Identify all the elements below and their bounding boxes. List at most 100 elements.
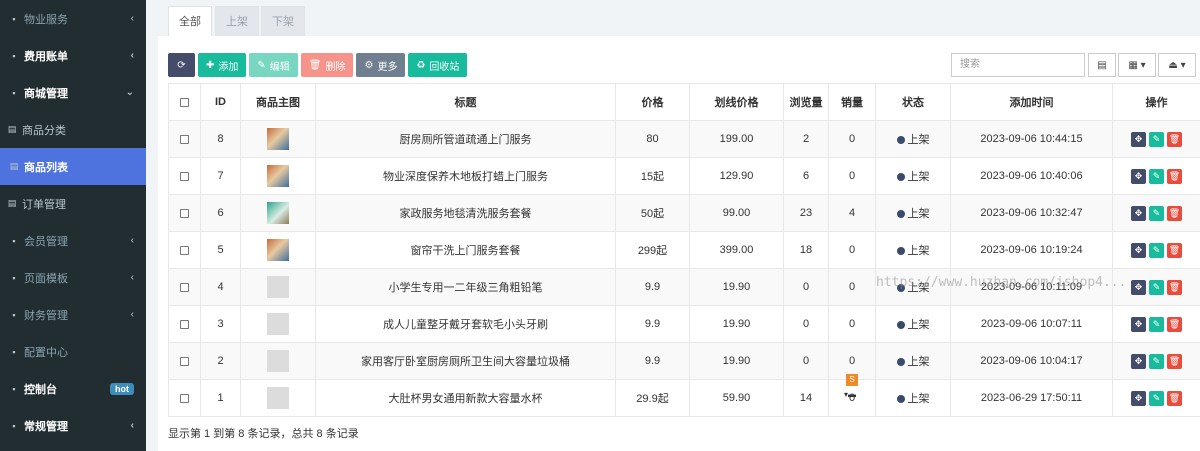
edit-row-icon[interactable]: ✎	[1149, 242, 1164, 258]
sidebar-item-0[interactable]: ▪ 物业服务 ‹	[0, 0, 146, 37]
row-checkbox[interactable]	[180, 356, 189, 366]
cell-status: 上架	[875, 157, 951, 195]
grid-icon: ▦ ▾	[1128, 59, 1146, 71]
menu-icon: ▪	[12, 272, 16, 283]
edit-button[interactable]: ✎ 编辑	[249, 53, 298, 77]
drag-move-icon[interactable]: ✥	[1131, 168, 1146, 184]
sidebar-item-4[interactable]: ▤ 商品列表	[0, 148, 146, 185]
sidebar-item-10[interactable]: ▪ 控制台 hot	[0, 370, 146, 407]
table-row[interactable]: 1 大肚杯男女通用新款大容量水杯 29.9起 59.90 14 0 上架 2023-06-29…	[168, 379, 1200, 417]
table-row[interactable]: 6 家政服务地毯清洗服务套餐 50起 99.00 23 4 上架 2023-09-06 10:…	[168, 194, 1200, 232]
drag-move-icon[interactable]: ✥	[1131, 242, 1146, 258]
product-thumbnail[interactable]	[267, 165, 289, 187]
table-header-row: ID 商品主图 标题 价格 划线价格 浏览量 销量 状态 添加时间 操作	[168, 83, 1200, 121]
row-checkbox[interactable]	[180, 245, 189, 255]
row-checkbox[interactable]	[180, 134, 189, 144]
cell-price: 50起	[615, 194, 690, 232]
cell-actions: ✥ ✎ 🗑	[1112, 379, 1200, 417]
product-thumbnail[interactable]	[267, 387, 289, 409]
tab-all[interactable]: 全部	[168, 6, 212, 36]
recycle-bin-button[interactable]: ♻ 回收站	[408, 53, 468, 77]
drag-move-icon[interactable]: ✥	[1131, 390, 1146, 406]
product-thumbnail[interactable]	[267, 276, 289, 298]
drag-move-icon[interactable]: ✥	[1131, 205, 1146, 221]
cell-actions: ✥ ✎ 🗑	[1112, 120, 1200, 158]
sidebar-item-label: 物业服务	[24, 13, 68, 26]
table-row[interactable]: 5 窗帘干洗上门服务套餐 299起 399.00 18 0 上架 2023-09-06 10:…	[168, 231, 1200, 269]
delete-button[interactable]: 🗑 删除	[300, 53, 354, 77]
row-checkbox[interactable]	[180, 319, 189, 329]
delete-row-icon[interactable]: 🗑	[1167, 390, 1182, 406]
cell-views: 23	[783, 194, 829, 232]
row-checkbox[interactable]	[180, 208, 189, 218]
edit-row-icon[interactable]: ✎	[1149, 390, 1164, 406]
sidebar-item-1[interactable]: ▪ 费用账单 ‹	[0, 37, 146, 74]
table-row[interactable]: 3 成人儿童整牙戴牙套软毛小头牙刷 9.9 19.90 0 0 上架 2023-09-06 1…	[168, 305, 1200, 343]
delete-row-icon[interactable]: 🗑	[1167, 205, 1182, 221]
sidebar-item-6[interactable]: ▪ 会员管理 ‹	[0, 222, 146, 259]
cell-actions: ✥ ✎ 🗑	[1112, 268, 1200, 306]
edit-row-icon[interactable]: ✎	[1149, 168, 1164, 184]
menu-icon: ▪	[12, 383, 16, 394]
drag-move-icon[interactable]: ✥	[1131, 279, 1146, 295]
sidebar-item-3[interactable]: ▤ 商品分类	[0, 111, 146, 148]
sidebar-item-7[interactable]: ▪ 页面模板 ‹	[0, 259, 146, 296]
drag-move-icon[interactable]: ✥	[1131, 353, 1146, 369]
table-row[interactable]: 4 小学生专用一二年级三角粗铅笔 9.9 19.90 0 0 上架 2023-09-06 10…	[168, 268, 1200, 306]
chevron-icon: ⌄	[125, 87, 134, 98]
tab-off-shelf[interactable]: 下架	[261, 6, 305, 36]
cell-price: 15起	[615, 157, 690, 195]
product-thumbnail[interactable]	[267, 239, 289, 261]
sidebar-item-label: 常规管理	[24, 420, 68, 433]
delete-row-icon[interactable]: 🗑	[1167, 353, 1182, 369]
export-button[interactable]: ⏏ ▾	[1158, 53, 1196, 77]
cell-status: 上架	[875, 342, 951, 380]
cell-status: 上架	[875, 194, 951, 232]
table-row[interactable]: 2 家用客厅卧室厨房厕所卫生间大容量垃圾桶 9.9 19.90 0 0 上架 2023-09-…	[168, 342, 1200, 380]
chevron-icon: ‹	[130, 420, 134, 431]
cell-actions: ✥ ✎ 🗑	[1112, 231, 1200, 269]
cell-original-price: 59.90	[689, 379, 784, 417]
table-row[interactable]: 8 厨房厕所管道疏通上门服务 80 199.00 2 0 上架 2023-09-06 10:4…	[168, 120, 1200, 158]
edit-row-icon[interactable]: ✎	[1149, 316, 1164, 332]
product-thumbnail[interactable]	[267, 350, 289, 372]
more-button[interactable]: ⚙ 更多	[356, 53, 406, 77]
delete-row-icon[interactable]: 🗑	[1167, 316, 1182, 332]
delete-row-icon[interactable]: 🗑	[1167, 168, 1182, 184]
delete-row-icon[interactable]: 🗑	[1167, 242, 1182, 258]
product-thumbnail[interactable]	[267, 202, 289, 224]
refresh-button[interactable]: ⟳	[168, 53, 195, 77]
col-id[interactable]: ID	[200, 83, 241, 121]
row-checkbox[interactable]	[180, 282, 189, 292]
sidebar-item-9[interactable]: ▪ 配置中心	[0, 333, 146, 370]
drag-move-icon[interactable]: ✥	[1131, 131, 1146, 147]
add-button[interactable]: ✚ 添加	[198, 53, 247, 77]
delete-row-icon[interactable]: 🗑	[1167, 131, 1182, 147]
table-row[interactable]: 7 物业深度保养木地板打蜡上门服务 15起 129.90 6 0 上架 2023-09-06 …	[168, 157, 1200, 195]
cell-price: 9.9	[615, 305, 690, 343]
toggle-view-button[interactable]: ▤	[1088, 53, 1116, 77]
edit-row-icon[interactable]: ✎	[1149, 353, 1164, 369]
columns-button[interactable]: ▦ ▾	[1118, 53, 1156, 77]
sidebar-item-2[interactable]: ▪ 商城管理 ⌄	[0, 74, 146, 111]
select-all-checkbox[interactable]	[180, 97, 189, 107]
edit-row-icon[interactable]: ✎	[1149, 279, 1164, 295]
row-select-cell	[168, 194, 201, 232]
search-input[interactable]: 搜索	[951, 53, 1085, 77]
product-thumbnail[interactable]	[267, 128, 289, 150]
select-all-cell	[168, 83, 201, 121]
drag-move-icon[interactable]: ✥	[1131, 316, 1146, 332]
sidebar-item-11[interactable]: ▪ 常规管理 ‹	[0, 407, 146, 444]
delete-row-icon[interactable]: 🗑	[1167, 279, 1182, 295]
sidebar-item-8[interactable]: ▪ 财务管理 ‹	[0, 296, 146, 333]
sidebar-item-5[interactable]: ▤ 订单管理	[0, 185, 146, 222]
cell-id: 6	[200, 194, 241, 232]
product-thumbnail[interactable]	[267, 313, 289, 335]
edit-row-icon[interactable]: ✎	[1149, 205, 1164, 221]
row-checkbox[interactable]	[180, 171, 189, 181]
cell-title: 成人儿童整牙戴牙套软毛小头牙刷	[315, 305, 616, 343]
cell-id: 8	[200, 120, 241, 158]
tab-on-shelf[interactable]: 上架	[215, 6, 259, 36]
row-checkbox[interactable]	[180, 393, 189, 403]
edit-row-icon[interactable]: ✎	[1149, 131, 1164, 147]
